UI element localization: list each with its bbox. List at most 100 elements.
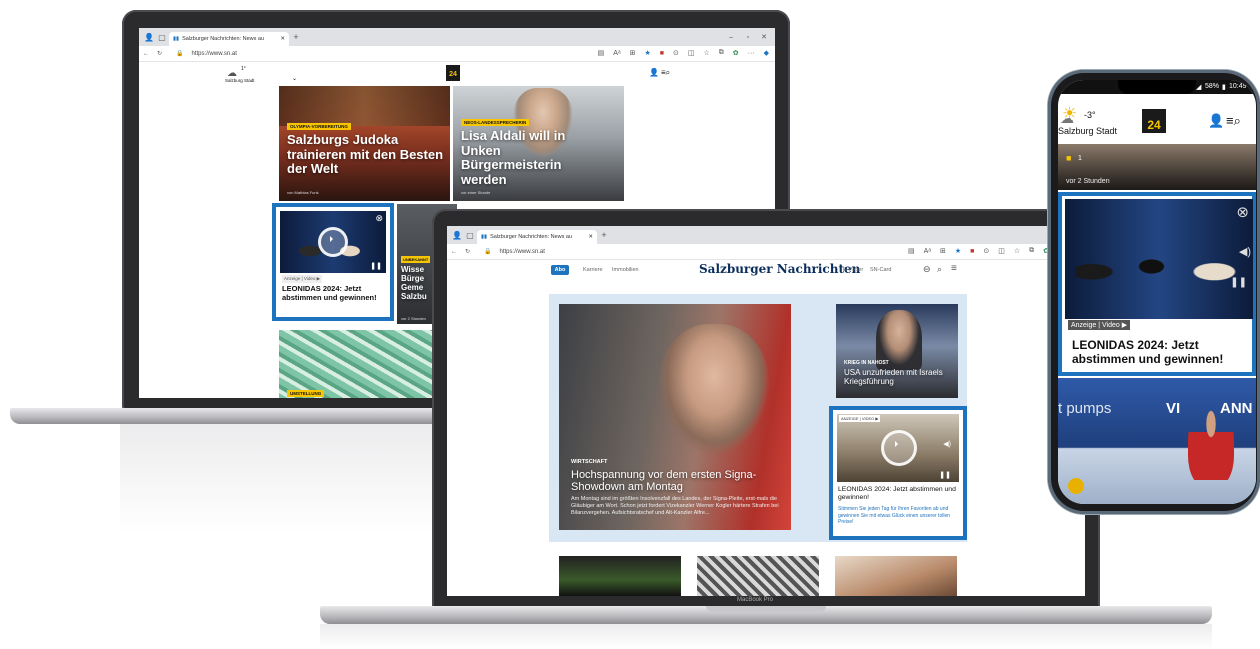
article-card[interactable]: KRIEG IN NAHOST USA unzufrieden mit Isra… (836, 304, 958, 398)
account-icon[interactable]: ⊖ (923, 264, 931, 275)
split-screen-icon[interactable]: ◫ (998, 247, 1005, 255)
extension-icon[interactable]: ■ (970, 248, 974, 255)
video-thumbnail[interactable]: ⊗ ❚❚ (280, 211, 386, 273)
user-icon[interactable]: 👤 (1208, 113, 1224, 129)
tab-actions-icon[interactable]: ▢ (463, 231, 477, 240)
address-bar: ← ↻ 🔒 https://www.sn.at ▤ Aᵃ ⊞ ★ ■ ⊙ ◫ ☆… (447, 244, 1085, 260)
close-tab-icon[interactable]: ✕ (280, 36, 285, 42)
favorite-star-icon[interactable]: ★ (955, 247, 961, 255)
split-screen-icon[interactable]: ◫ (688, 49, 695, 57)
video-ad-card[interactable]: ⊗ ❚❚ Anzeige | Video ▶ LEONIDAS 2024: Je… (272, 203, 394, 321)
reload-icon[interactable]: ↻ (157, 50, 162, 57)
article-byline: vor einer Stunde (461, 190, 491, 195)
salzburg24-logo[interactable]: 24 (1142, 109, 1166, 133)
video-headline[interactable]: LEONIDAS 2024: Jetzt abstimmen und gewin… (282, 284, 382, 302)
read-aloud-icon[interactable]: Aᵃ (924, 248, 931, 255)
pause-icon[interactable]: ❚❚ (1230, 277, 1247, 288)
article-kicker: KRIEG IN NAHOST (844, 360, 889, 366)
user-icon[interactable]: 👤 (649, 68, 659, 77)
collections-icon[interactable]: ⧉ (719, 49, 724, 57)
close-window-icon[interactable]: ✕ (761, 33, 767, 41)
article-card[interactable]: OLYMPIA-VORBEREITUNG Salzburgs Judoka tr… (279, 86, 450, 201)
article-headline[interactable]: Lisa Aldali will in Unken Bürgermeisteri… (461, 128, 591, 187)
article-headline[interactable]: Hochspannung vor dem ersten Signa-Showdo… (571, 469, 781, 494)
browser-tab[interactable]: ▮▮ Salzburger Nachrichten: News au ✕ (477, 230, 597, 244)
collections-icon[interactable]: ⧉ (1029, 247, 1034, 255)
browser-tab[interactable]: ▮▮ Salzburger Nachrichten: News au ✕ (169, 32, 289, 46)
weather-location[interactable]: Salzburg Stadt (1058, 126, 1117, 136)
weather-temp: 1° (241, 66, 246, 72)
video-headline[interactable]: LEONIDAS 2024: Jetzt abstimmen und gewin… (1072, 338, 1252, 367)
laptop-notch (706, 606, 826, 612)
url-field[interactable]: https://www.sn.at (192, 51, 237, 57)
article-headline[interactable]: USA unzufrieden mit Israels Kriegsführun… (844, 368, 950, 387)
search-icon[interactable]: ⌕ (937, 264, 942, 275)
main-article-card[interactable]: WIRTSCHAFT Hochspannung vor dem ersten S… (559, 304, 791, 530)
menu-icon[interactable]: ≡ (951, 263, 957, 274)
abo-button[interactable]: Abo (551, 265, 569, 275)
back-icon[interactable]: ← (451, 249, 457, 255)
reader-icon[interactable]: ▤ (598, 49, 605, 57)
video-ad-card[interactable]: ANZEIGE | VIDEO ▶ ❚❚ ◀) LEONIDAS 2024: J… (829, 406, 967, 540)
close-tab-icon[interactable]: ✕ (588, 234, 593, 240)
coin-icon[interactable] (1068, 478, 1084, 494)
article-card[interactable]: UMSTELLUNG (279, 330, 450, 398)
nav-link-karriere[interactable]: Karriere (583, 267, 603, 273)
article-card[interactable]: NEOS-LANDESSPRECHERIN Lisa Aldali will i… (453, 86, 624, 201)
nav-link-immobilien[interactable]: Immobilien (612, 267, 639, 273)
url-field[interactable]: https://www.sn.at (500, 249, 545, 255)
favorites-icon[interactable]: ☆ (703, 49, 709, 57)
close-icon[interactable]: ⊗ (1236, 203, 1249, 221)
salzburg24-logo[interactable]: 24 (446, 65, 460, 81)
sn-logo[interactable]: Salzburger Nachrichten (699, 262, 860, 276)
profile-icon[interactable]: 👤 (143, 33, 155, 42)
nav-link-sncard[interactable]: SN-Card (870, 267, 891, 273)
extension-icon[interactable]: ✿ (733, 49, 739, 57)
sound-icon[interactable]: ◀) (1239, 245, 1251, 258)
ad-video-label: Anzeige | Video ▶ (1068, 320, 1131, 330)
video-thumbnail[interactable]: ANZEIGE | VIDEO ▶ ❚❚ ◀) (837, 414, 959, 482)
copilot-icon[interactable]: ◆ (764, 49, 769, 57)
pause-icon[interactable]: ❚❚ (939, 471, 951, 479)
app-icon[interactable]: ⊞ (940, 247, 946, 255)
extension-icon[interactable]: ⊙ (673, 49, 679, 57)
extension-icon[interactable]: ⊙ (983, 247, 989, 255)
article-headline[interactable]: Salzburgs Judoka trainieren mit den Best… (287, 132, 447, 177)
menu-search-icon[interactable]: ≡⌕ (661, 68, 670, 78)
new-tab-icon[interactable]: + (289, 32, 303, 42)
menu-search-icon[interactable]: ≡⌕ (1226, 113, 1241, 129)
close-icon[interactable]: ⊗ (375, 213, 383, 224)
tab-actions-icon[interactable]: ▢ (155, 33, 169, 42)
article-card[interactable]: ■ 1 vor 2 Stunden (1058, 144, 1256, 190)
video-ad-card[interactable]: ⊗ ◀) ❚❚ Anzeige | Video ▶ LEONIDAS 2024:… (1058, 192, 1256, 376)
comment-count: 1 (1078, 155, 1082, 162)
pause-icon[interactable]: ❚❚ (370, 262, 382, 270)
favorites-icon[interactable]: ☆ (1014, 247, 1020, 255)
article-thumbnail[interactable] (559, 556, 681, 596)
article-byline: von Mathias Funk (287, 190, 319, 195)
more-icon[interactable]: ··· (748, 50, 755, 57)
new-tab-icon[interactable]: + (597, 230, 611, 240)
weather-location[interactable]: Salzburg Stadt (225, 78, 255, 83)
read-aloud-icon[interactable]: Aᵃ (613, 50, 620, 57)
back-icon[interactable]: ← (143, 51, 149, 57)
article-thumbnail[interactable] (835, 556, 957, 596)
video-thumbnail[interactable]: ⊗ ◀) ❚❚ (1065, 199, 1253, 319)
minimize-icon[interactable]: – (729, 34, 733, 41)
article-thumbnail[interactable] (697, 556, 819, 596)
play-icon[interactable] (881, 430, 917, 466)
app-icon[interactable]: ⊞ (630, 49, 636, 57)
profile-icon[interactable]: 👤 (451, 231, 463, 240)
chevron-down-icon[interactable]: ⌄ (292, 75, 297, 82)
maximize-icon[interactable]: ▫ (747, 34, 749, 41)
extension-icon[interactable]: ■ (660, 50, 664, 57)
sound-icon[interactable]: ◀) (943, 440, 951, 448)
article-card[interactable]: t pumps VI ANN (1058, 378, 1256, 504)
reader-icon[interactable]: ▤ (908, 247, 915, 255)
favorite-star-icon[interactable]: ★ (644, 49, 650, 57)
category-badge: NEOS-LANDESSPRECHERIN (461, 119, 530, 126)
play-icon[interactable] (318, 227, 348, 257)
nav-link-epaper[interactable]: E-Paper (843, 267, 863, 273)
reload-icon[interactable]: ↻ (465, 248, 470, 255)
video-headline[interactable]: LEONIDAS 2024: Jetzt abstimmen und gewin… (838, 486, 962, 502)
